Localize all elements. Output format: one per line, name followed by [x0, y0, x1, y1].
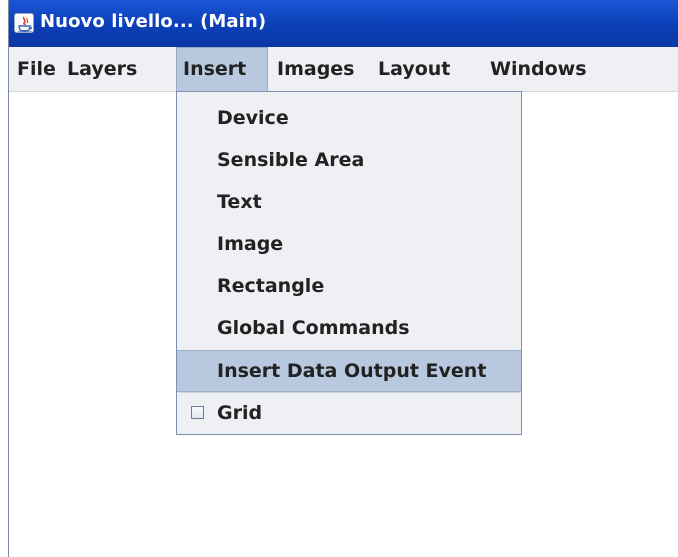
window-title: Nuovo livello... (Main): [40, 11, 267, 32]
menu-layers[interactable]: Layers: [61, 47, 143, 91]
menu-item-text[interactable]: Text: [177, 181, 521, 223]
title-bar[interactable]: Nuovo livello... (Main): [9, 0, 678, 47]
menu-item-rectangle[interactable]: Rectangle: [177, 265, 521, 307]
menu-item-global-commands[interactable]: Global Commands: [177, 307, 521, 349]
java-app-icon: [14, 13, 34, 33]
checkbox-icon[interactable]: [191, 406, 204, 419]
menu-windows[interactable]: Windows: [484, 47, 593, 91]
menu-item-device[interactable]: Device: [177, 97, 521, 139]
menu-file[interactable]: File: [11, 47, 62, 91]
insert-menu-dropdown: Device Sensible Area Text Image Rectangl…: [176, 91, 522, 435]
main-window: Nuovo livello... (Main) File Layers Inse…: [8, 0, 678, 557]
menu-item-sensible-area[interactable]: Sensible Area: [177, 139, 521, 181]
menu-insert[interactable]: Insert: [176, 47, 268, 91]
menu-item-insert-data-output-event[interactable]: Insert Data Output Event: [177, 350, 521, 392]
menu-images[interactable]: Images: [271, 47, 360, 91]
menu-layout[interactable]: Layout: [372, 47, 456, 91]
menu-bar: File Layers Insert Images Layout Windows: [9, 47, 678, 92]
menu-item-grid-row[interactable]: Grid: [177, 392, 521, 434]
menu-item-image[interactable]: Image: [177, 223, 521, 265]
menu-item-grid-label: Grid: [217, 402, 263, 424]
